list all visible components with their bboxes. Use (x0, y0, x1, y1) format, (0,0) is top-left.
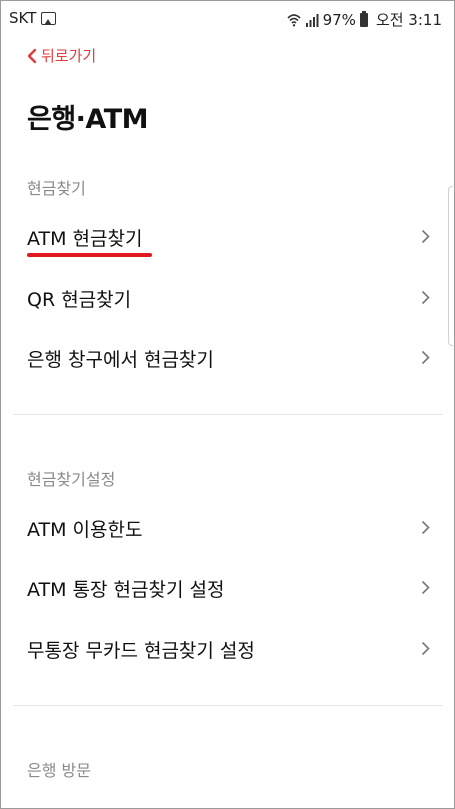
page-title: 은행·ATM (27, 104, 149, 135)
battery-icon (359, 10, 368, 27)
menu-item-label: QR 현금찾기 (27, 289, 132, 311)
menu-item-atm-withdrawal[interactable]: ATM 현금찾기 (1, 210, 454, 266)
chevron-right-icon (421, 520, 430, 535)
chevron-right-icon (421, 290, 430, 305)
chevron-right-icon (421, 580, 430, 595)
section-header-withdrawal-settings: 현금찾기설정 (27, 470, 116, 489)
chevron-right-icon (421, 350, 430, 365)
menu-item-qr-withdrawal[interactable]: QR 현금찾기 (1, 271, 454, 327)
status-bar: SKT 97% 오전 3:11 (1, 1, 454, 35)
status-bar-left: SKT (9, 9, 57, 27)
section-divider (13, 414, 443, 415)
chevron-right-icon (421, 229, 430, 244)
back-button[interactable]: 뒤로가기 (27, 45, 96, 66)
menu-item-label: 은행 창구에서 현금찾기 (27, 349, 214, 371)
menu-item-label: 무통장 무카드 현금찾기 설정 (27, 640, 255, 662)
menu-item-atm-passbook-settings[interactable]: ATM 통장 현금찾기 설정 (1, 561, 454, 617)
menu-item-label: ATM 현금찾기 (27, 228, 143, 250)
back-label: 뒤로가기 (41, 47, 97, 65)
menu-item-label: ATM 통장 현금찾기 설정 (27, 579, 225, 601)
signal-icon (305, 13, 319, 27)
battery-percent: 97% (322, 10, 356, 29)
menu-item-cardless-settings[interactable]: 무통장 무카드 현금찾기 설정 (1, 622, 454, 678)
image-notification-icon (41, 11, 57, 25)
menu-item-label: ATM 이용한도 (27, 519, 143, 541)
section-header-bank-visit: 은행 방문 (27, 761, 91, 780)
carrier-label: SKT (9, 9, 37, 27)
section-header-cash-withdrawal: 현금찾기 (27, 179, 86, 198)
section-divider (13, 705, 443, 706)
chevron-right-icon (421, 641, 430, 656)
wifi-icon (287, 13, 301, 26)
scrollbar[interactable] (448, 186, 453, 346)
menu-item-atm-limit[interactable]: ATM 이용한도 (1, 501, 454, 557)
menu-item-bank-counter-withdrawal[interactable]: 은행 창구에서 현금찾기 (1, 331, 454, 387)
status-bar-right: 97% 오전 3:11 (287, 9, 442, 30)
clock: 오전 3:11 (375, 11, 442, 29)
selected-underline (27, 253, 152, 257)
chevron-left-icon (27, 48, 37, 63)
